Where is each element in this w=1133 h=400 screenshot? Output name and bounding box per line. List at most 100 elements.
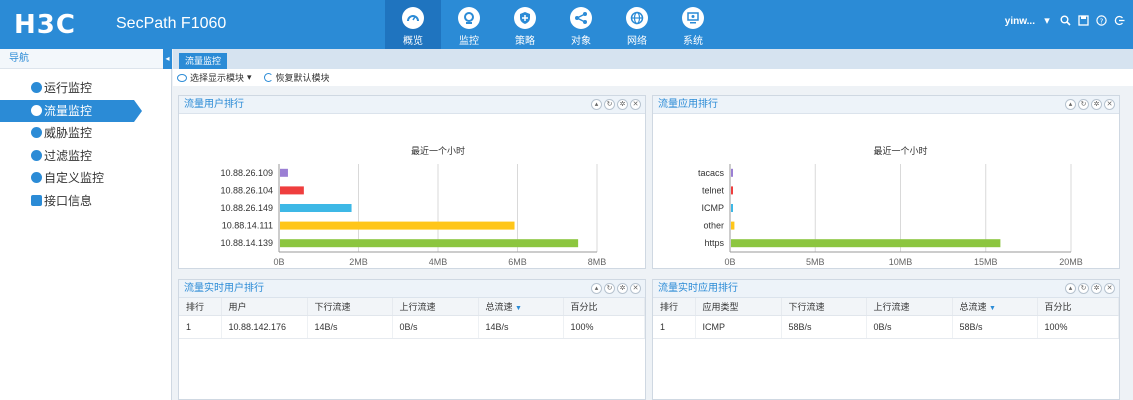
table-row[interactable]: 1 ICMP 58B/s 0B/s 58B/s 100% xyxy=(653,315,1119,339)
sidebar-item-label: 流量监控 xyxy=(44,103,93,118)
y-tick-label: 10.88.14.111 xyxy=(222,221,273,231)
nav-overview[interactable]: 概览 xyxy=(385,0,441,49)
x-tick-label: 8MB xyxy=(588,257,607,267)
sidebar-item-threat-monitor[interactable]: 威胁监控 xyxy=(0,122,171,145)
product-name: SecPath F1060 xyxy=(116,15,227,32)
bar xyxy=(731,168,733,177)
cell-user: 10.88.142.176 xyxy=(221,315,308,339)
panel-user-rank: 流量用户排行 ▴ ↻ ✲ ✕ 最近一个小时 0B 2MB 4MB 6MB 8MB 10.88… xyxy=(178,95,646,269)
collapse-icon[interactable]: ▴ xyxy=(591,99,602,110)
logout-icon[interactable] xyxy=(1113,15,1125,27)
nav-label: 策略 xyxy=(515,36,535,47)
y-tick-label: 10.88.26.109 xyxy=(220,168,273,178)
share-icon xyxy=(570,7,592,29)
col-header-down[interactable]: 下行流速 xyxy=(781,298,867,316)
panel-tools: ▴ ↻ ✲ ✕ xyxy=(591,283,641,294)
sidebar-item-traffic-monitor[interactable]: 流量监控 xyxy=(0,99,142,122)
col-header-percent[interactable]: 百分比 xyxy=(1037,298,1119,316)
gear-icon[interactable]: ✲ xyxy=(1091,283,1102,294)
tab-traffic-monitor[interactable]: 流量监控 xyxy=(179,53,228,69)
panel-title: 流量应用排行 xyxy=(658,99,718,110)
panel-tools: ▴ ↻ ✲ ✕ xyxy=(1065,283,1115,294)
globe-icon xyxy=(626,7,648,29)
cell-rank: 1 xyxy=(179,315,222,339)
svg-text:?: ? xyxy=(1099,17,1103,25)
nav-policy[interactable]: 策略 xyxy=(497,0,553,49)
x-tick-label: 5MB xyxy=(806,257,825,267)
sidebar-item-run-monitor[interactable]: 运行监控 xyxy=(0,77,171,100)
nav-monitor[interactable]: 监控 xyxy=(441,0,497,49)
panel-header: 流量用户排行 ▴ ↻ ✲ ✕ xyxy=(179,96,645,114)
caret-down-icon[interactable]: ▾ xyxy=(1041,15,1053,27)
gear-icon[interactable]: ✲ xyxy=(617,99,628,110)
collapse-icon[interactable]: ▴ xyxy=(1065,283,1076,294)
x-tick-label: 2MB xyxy=(349,257,368,267)
col-header-percent[interactable]: 百分比 xyxy=(563,298,645,316)
cell-percent: 100% xyxy=(563,315,645,339)
collapse-icon[interactable]: ▴ xyxy=(1065,99,1076,110)
close-icon[interactable]: ✕ xyxy=(630,283,641,294)
gear-icon[interactable]: ✲ xyxy=(617,283,628,294)
search-icon[interactable] xyxy=(1059,15,1071,27)
shield-icon xyxy=(514,7,536,29)
save-icon[interactable] xyxy=(1077,15,1089,27)
cell-down: 58B/s xyxy=(781,315,867,339)
y-tick-label: other xyxy=(703,221,724,231)
col-header-total[interactable]: 总流速 ▼ xyxy=(952,298,1038,316)
col-header-up[interactable]: 上行流速 xyxy=(392,298,479,316)
sidebar-item-interface-info[interactable]: 接口信息 xyxy=(0,190,171,213)
filter-icon xyxy=(31,149,42,161)
sidebar-title: 导航 ◂ xyxy=(0,49,172,69)
col-header-total[interactable]: 总流速 ▼ xyxy=(478,298,564,316)
refresh-icon[interactable]: ↻ xyxy=(604,283,615,294)
traffic-icon xyxy=(31,104,42,116)
panel-realtime-user: 流量实时用户排行 ▴ ↻ ✲ ✕ 排行 用户 下行流速 上行流速 总流速 ▼ 百… xyxy=(178,279,646,400)
col-header-down[interactable]: 下行流速 xyxy=(307,298,393,316)
y-tick-label: 10.88.14.139 xyxy=(220,238,273,248)
restore-default-label: 恢复默认模块 xyxy=(275,73,330,83)
col-header-rank[interactable]: 排行 xyxy=(653,298,696,316)
collapse-sidebar-icon[interactable]: ◂ xyxy=(163,49,172,69)
col-header-rank[interactable]: 排行 xyxy=(179,298,222,316)
main-nav: 概览 监控 策略 对象 网络 系统 xyxy=(385,0,721,49)
nav-system[interactable]: 系统 xyxy=(665,0,721,49)
collapse-icon[interactable]: ▴ xyxy=(591,283,602,294)
user-menu[interactable]: yinw... xyxy=(1005,16,1035,27)
chart-title: 最近一个小时 xyxy=(411,145,465,156)
x-tick-label: 4MB xyxy=(429,257,448,267)
x-tick-label: 10MB xyxy=(889,257,913,267)
col-header-up[interactable]: 上行流速 xyxy=(866,298,953,316)
col-header-user[interactable]: 用户 xyxy=(221,298,308,316)
close-icon[interactable]: ✕ xyxy=(1104,99,1115,110)
sidebar-title-text: 导航 xyxy=(9,53,29,64)
close-icon[interactable]: ✕ xyxy=(630,99,641,110)
refresh-icon[interactable]: ↻ xyxy=(604,99,615,110)
table-row[interactable]: 1 10.88.142.176 14B/s 0B/s 14B/s 100% xyxy=(179,315,645,339)
sidebar-item-filter-monitor[interactable]: 过滤监控 xyxy=(0,145,171,168)
threat-icon xyxy=(31,127,42,138)
nav-label: 网络 xyxy=(627,36,647,47)
gear-icon[interactable]: ✲ xyxy=(1091,99,1102,110)
panel-app-rank: 流量应用排行 ▴ ↻ ✲ ✕ 最近一个小时 0B 5MB 10MB 15MB 20MB ta… xyxy=(652,95,1120,269)
col-header-app-type[interactable]: 应用类型 xyxy=(695,298,782,316)
screen-icon xyxy=(682,7,704,29)
nav-object[interactable]: 对象 xyxy=(553,0,609,49)
status-icon xyxy=(31,82,42,93)
cell-total: 14B/s xyxy=(478,315,564,339)
sidebar-menu: 运行监控 流量监控 威胁监控 过滤监控 自定义监控 接口信息 xyxy=(0,77,171,212)
sidebar-item-label: 接口信息 xyxy=(44,193,93,208)
refresh-icon[interactable]: ↻ xyxy=(1078,99,1089,110)
bar xyxy=(280,168,288,177)
close-icon[interactable]: ✕ xyxy=(1104,283,1115,294)
restore-default-button[interactable]: 恢复默认模块 xyxy=(263,71,330,84)
select-modules-button[interactable]: 选择显示模块 ▾ xyxy=(177,71,252,84)
help-icon[interactable]: ? xyxy=(1095,15,1107,27)
refresh-icon[interactable]: ↻ xyxy=(1078,283,1089,294)
bar xyxy=(280,204,352,212)
panel-header: 流量应用排行 ▴ ↻ ✲ ✕ xyxy=(653,96,1119,114)
nav-network[interactable]: 网络 xyxy=(609,0,665,49)
sidebar-item-custom-monitor[interactable]: 自定义监控 xyxy=(0,167,171,190)
eye-icon xyxy=(177,73,187,82)
x-tick-label: 20MB xyxy=(1059,257,1083,267)
interface-icon xyxy=(31,194,42,206)
